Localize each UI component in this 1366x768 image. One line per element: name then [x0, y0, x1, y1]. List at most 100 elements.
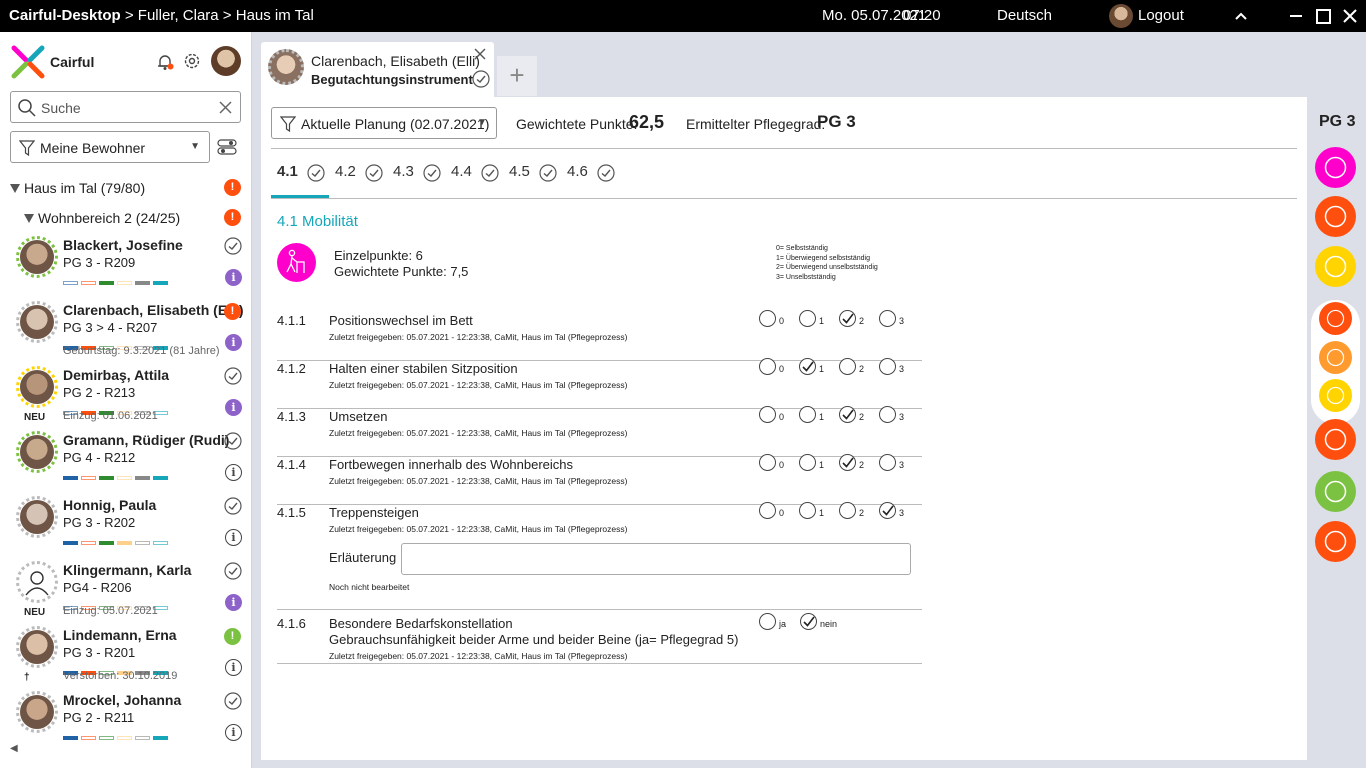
- logout-button[interactable]: Logout: [1138, 7, 1184, 24]
- close-tab-icon[interactable]: [473, 47, 487, 61]
- person-icon[interactable]: [1315, 419, 1356, 460]
- radio-option-3[interactable]: 3: [879, 454, 929, 474]
- info-icon[interactable]: i: [225, 594, 242, 611]
- cutlery-icon[interactable]: [1319, 379, 1352, 412]
- radio-option-3[interactable]: 3: [879, 406, 929, 426]
- info-icon[interactable]: i: [225, 399, 242, 416]
- radio-ja[interactable]: ja: [759, 613, 799, 633]
- section-tab[interactable]: 4.4: [451, 163, 499, 182]
- radio-label: 1: [819, 316, 825, 326]
- section-tab[interactable]: 4.1: [277, 163, 325, 182]
- resident-row[interactable]: Honnig, Paula PG 3 - R202 i: [0, 496, 252, 561]
- resident-row[interactable]: Blackert, Josefine PG 3 - R209 i: [0, 236, 252, 301]
- resident-row[interactable]: Lindemann, Erna PG 3 - R201 Verstorben: 30…: [0, 626, 252, 691]
- info-icon[interactable]: i: [225, 464, 242, 481]
- social-icon[interactable]: [1315, 521, 1356, 562]
- heart-icon[interactable]: [1315, 471, 1356, 512]
- resident-subinfo: Geburtstag: 9.3.2021 (81 Jahre): [63, 345, 220, 357]
- section-tab[interactable]: 4.6: [567, 163, 615, 182]
- add-tab-button[interactable]: +: [497, 56, 537, 96]
- divider: [271, 148, 1297, 149]
- section-tab[interactable]: 4.5: [509, 163, 557, 182]
- resident-row[interactable]: Klingermann, Karla PG4 - R206 Einzug: 05.0…: [0, 561, 252, 626]
- care-bars: [63, 662, 171, 675]
- radio-circle: [879, 358, 896, 375]
- user-avatar[interactable]: [211, 46, 241, 76]
- radio-circle: [799, 502, 816, 519]
- care-bars: [63, 272, 171, 285]
- planning-select[interactable]: Aktuelle Planung (02.07.2021) ▼: [271, 107, 497, 139]
- resident-filter-select[interactable]: Meine Bewohner ▼: [10, 131, 210, 163]
- care-bar: [99, 281, 114, 285]
- smiley-icon[interactable]: [1315, 246, 1356, 287]
- washing-icon[interactable]: [1319, 341, 1352, 374]
- special-item: 4.1.6 Besondere Bedarfskonstellation Geb…: [277, 613, 922, 664]
- radio-nein[interactable]: nein: [800, 613, 850, 633]
- resident-list: Blackert, Josefine PG 3 - R209 i Clarenbach…: [0, 236, 252, 756]
- info-icon[interactable]: i: [225, 659, 242, 676]
- care-bar: [63, 736, 78, 740]
- check-circle-icon: [481, 164, 499, 182]
- care-bars: [63, 337, 171, 350]
- resident-avatar: [20, 370, 54, 404]
- check-circle-icon: [365, 164, 383, 182]
- explanation-input[interactable]: [401, 543, 911, 575]
- radio-label: 0: [779, 364, 785, 374]
- radio-label: 0: [779, 460, 785, 470]
- tree-house[interactable]: Haus im Tal (79/80): [10, 180, 145, 196]
- section-tab[interactable]: 4.3: [393, 163, 441, 182]
- collapse-sidebar-icon[interactable]: ◀: [10, 743, 18, 754]
- resident-subinfo: Einzug: 01.06.2021: [63, 410, 158, 422]
- brain-icon[interactable]: [1315, 196, 1356, 237]
- search-icon: [18, 99, 36, 117]
- care-bar: [117, 541, 132, 545]
- info-icon[interactable]: i: [225, 724, 242, 741]
- radio-option-3[interactable]: 3: [879, 358, 929, 378]
- radio-circle: [799, 358, 816, 375]
- radio-circle: [759, 310, 776, 327]
- minimize-icon[interactable]: [1284, 4, 1308, 28]
- assessment-item: 4.1.5 Treppensteigen Zuletzt freigegeben: …: [277, 502, 922, 610]
- check-circle-icon: [224, 237, 242, 255]
- clear-search-icon[interactable]: [219, 101, 232, 114]
- search-input[interactable]: Suche: [10, 91, 241, 123]
- info-icon[interactable]: i: [225, 334, 242, 351]
- maximize-icon[interactable]: [1311, 4, 1335, 28]
- alert-badge: !: [224, 209, 241, 226]
- explanation-label: Erläuterung: [329, 550, 397, 565]
- radio-label: 3: [899, 316, 905, 326]
- filter-value: Meine Bewohner: [40, 140, 146, 156]
- radio-label: 1: [819, 508, 825, 518]
- main-panel: Aktuelle Planung (02.07.2021) ▼ Gewichte…: [261, 97, 1307, 760]
- assessment-item: 4.1.4 Fortbewegen innerhalb des Wohnberei…: [277, 454, 922, 505]
- resident-row[interactable]: Gramann, Rüdiger (Rudi) PG 4 - R212 i: [0, 431, 252, 496]
- tree-area[interactable]: Wohnbereich 2 (24/25): [24, 210, 180, 226]
- resident-pg-room: PG 2 - R211: [63, 710, 135, 725]
- check-circle-icon: [224, 562, 242, 580]
- info-icon[interactable]: i: [225, 529, 242, 546]
- check-circle-icon: [224, 497, 242, 515]
- close-window-icon[interactable]: [1338, 4, 1362, 28]
- shirt-icon[interactable]: [1319, 302, 1352, 335]
- legend-line: 1= Überwiegend selbstständig: [776, 254, 870, 262]
- section-tab[interactable]: 4.2: [335, 163, 383, 182]
- resident-row[interactable]: Clarenbach, Elisabeth (Elli) PG 3 > 4 - R…: [0, 301, 252, 366]
- gear-icon[interactable]: [182, 51, 202, 71]
- toggle-settings-icon[interactable]: [217, 137, 237, 157]
- resident-row[interactable]: Demirbaş, Attila PG 2 - R213 Einzug: 01.06…: [0, 366, 252, 431]
- module-bar: PG 3: [1307, 97, 1366, 768]
- language-selector[interactable]: Deutsch: [997, 7, 1052, 24]
- tab-resident[interactable]: Clarenbach, Elisabeth (Elli) Begutachtun…: [261, 42, 494, 98]
- radio-option-3[interactable]: 3: [879, 310, 929, 330]
- resident-pg-room: PG 2 - R213: [63, 385, 136, 400]
- item-number: 4.1.3: [277, 409, 306, 424]
- bell-icon[interactable]: [155, 52, 175, 72]
- radio-circle: [759, 406, 776, 423]
- mobility-icon[interactable]: [1315, 147, 1356, 188]
- search-placeholder: Suche: [41, 100, 81, 116]
- resident-row[interactable]: Mrockel, Johanna PG 2 - R211 i: [0, 691, 252, 756]
- radio-option-3[interactable]: 3: [879, 502, 929, 522]
- care-bar: [117, 736, 132, 740]
- info-icon[interactable]: i: [225, 269, 242, 286]
- chevron-up-icon[interactable]: [1229, 4, 1253, 28]
